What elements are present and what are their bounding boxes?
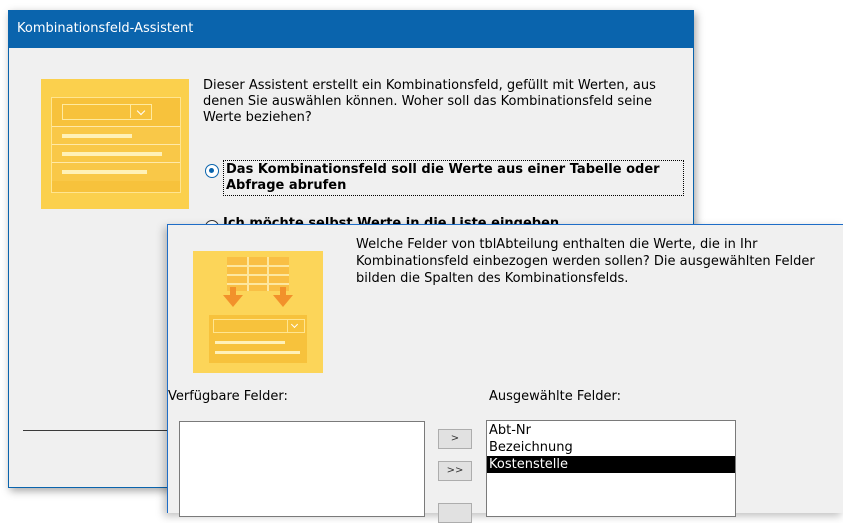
remove-field-button[interactable] [438,503,472,523]
window-title: Kombinationsfeld-Assistent [17,21,194,36]
selected-fields-list[interactable]: Abt-Nr Bezeichnung Kostenstelle [486,420,736,517]
available-fields-label: Verfügbare Felder: [168,389,288,404]
field-selection-window: Welche Felder von tblAbteilung enthalten… [167,224,843,523]
radio-selected-icon[interactable] [205,164,219,178]
fields-to-combobox-illustration-icon [193,251,323,373]
selected-fields-label: Ausgewählte Felder: [489,389,621,404]
list-item-selected[interactable]: Kostenstelle [487,456,735,473]
title-bar[interactable]: Kombinationsfeld-Assistent [9,11,693,48]
list-item[interactable]: Bezeichnung [487,439,735,456]
add-field-button[interactable]: > [438,429,472,449]
add-all-fields-button[interactable]: >> [438,461,472,481]
option-table-query-label: Das Kombinationsfeld soll die Werte aus … [223,160,684,196]
combobox-illustration-icon [41,79,189,209]
wizard-description: Welche Felder von tblAbteilung enthalten… [356,237,815,286]
wizard-description: Dieser Assistent erstellt ein Kombinatio… [203,78,656,125]
available-fields-list[interactable] [179,421,425,517]
list-item[interactable]: Abt-Nr [487,422,735,439]
